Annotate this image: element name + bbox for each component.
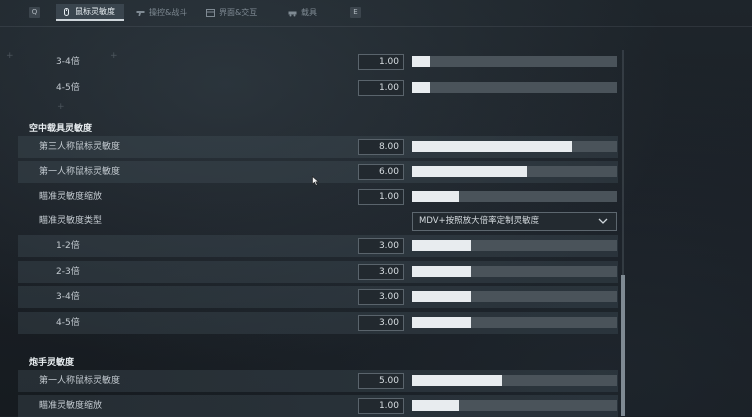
setting-slider[interactable] [412, 291, 617, 302]
slider-fill [412, 82, 431, 93]
scrollbar-thumb[interactable] [621, 275, 625, 416]
slider-fill [412, 291, 472, 302]
setting-value-input[interactable]: 3.00 [358, 289, 404, 305]
slider-fill [412, 166, 527, 177]
setting-label: 4-5倍 [56, 83, 80, 93]
setting-slider[interactable] [412, 191, 617, 202]
setting-value-input[interactable]: 1.00 [358, 398, 404, 414]
slider-fill [412, 317, 472, 328]
setting-row-air-scope-3-4: 3-4倍 3.00 [18, 286, 618, 308]
setting-slider[interactable] [412, 400, 617, 411]
setting-slider[interactable] [412, 141, 617, 152]
tab-controls-combat[interactable]: 操控&战斗 [130, 4, 196, 21]
tab-mouse-sensitivity[interactable]: 鼠标灵敏度 [56, 4, 124, 21]
interface-icon [206, 8, 215, 17]
setting-label: 2-3倍 [56, 267, 80, 277]
setting-row-air-third-person: 第三人称鼠标灵敏度 8.00 [18, 136, 618, 158]
chevron-down-icon [598, 218, 608, 224]
setting-slider[interactable] [412, 266, 617, 277]
setting-row-air-scope-4-5: 4-5倍 3.00 [18, 312, 618, 334]
setting-label: 3-4倍 [56, 292, 80, 302]
tab-label: 界面&交互 [219, 8, 258, 17]
slider-fill [412, 191, 460, 202]
setting-row-air-scope-2-3: 2-3倍 3.00 [18, 261, 618, 283]
crosshair-mark: + [57, 102, 65, 112]
vehicle-icon [288, 11, 297, 16]
mouse-cursor-icon [312, 176, 320, 186]
tab-label: 操控&战斗 [149, 8, 188, 17]
setting-label: 3-4倍 [56, 57, 80, 67]
section-title-gunner: 炮手灵敏度 [29, 358, 75, 368]
setting-value-input[interactable]: 8.00 [358, 139, 404, 155]
slider-fill [412, 141, 572, 152]
setting-label: 第一人称鼠标灵敏度 [39, 167, 121, 177]
dropdown-value: MDV+按照放大倍率定制灵敏度 [419, 216, 540, 226]
setting-value-input[interactable]: 3.00 [358, 315, 404, 331]
setting-value-input[interactable]: 6.00 [358, 164, 404, 180]
setting-row-scope-4-5: 4-5倍 1.00 [18, 77, 618, 99]
slider-fill [412, 400, 460, 411]
prev-tab-key-hint[interactable]: Q [29, 7, 40, 18]
setting-label: 瞄准灵敏度缩放 [39, 192, 103, 202]
setting-label: 1-2倍 [56, 241, 80, 251]
setting-row-air-scope-1-2: 1-2倍 3.00 [18, 235, 618, 257]
setting-label: 4-5倍 [56, 318, 80, 328]
setting-value-input[interactable]: 3.00 [358, 264, 404, 280]
mouse-icon [64, 7, 69, 16]
setting-label: 第三人称鼠标灵敏度 [39, 142, 121, 152]
setting-slider[interactable] [412, 375, 617, 386]
setting-slider[interactable] [412, 56, 617, 67]
setting-value-input[interactable]: 1.00 [358, 80, 404, 96]
setting-value-input[interactable]: 1.00 [358, 189, 404, 205]
setting-row-gunner-aim-scale: 瞄准灵敏度缩放 1.00 [18, 395, 618, 417]
tab-interface-interaction[interactable]: 界面&交互 [200, 4, 266, 21]
setting-slider[interactable] [412, 82, 617, 93]
setting-label: 瞄准灵敏度缩放 [39, 401, 103, 411]
setting-value-input[interactable]: 1.00 [358, 54, 404, 70]
setting-row-air-aim-type: 瞄准灵敏度类型 MDV+按照放大倍率定制灵敏度 [18, 210, 618, 232]
slider-fill [412, 375, 503, 386]
setting-value-input[interactable]: 5.00 [358, 373, 404, 389]
aim-type-dropdown[interactable]: MDV+按照放大倍率定制灵敏度 [412, 212, 617, 231]
next-tab-key-hint[interactable]: E [350, 7, 361, 18]
setting-label: 第一人称鼠标灵敏度 [39, 376, 121, 386]
setting-row-air-aim-scale: 瞄准灵敏度缩放 1.00 [18, 186, 618, 208]
tab-label: 鼠标灵敏度 [75, 7, 115, 16]
slider-fill [412, 240, 472, 251]
slider-fill [412, 56, 431, 67]
setting-slider[interactable] [412, 240, 617, 251]
setting-row-gunner-first-person: 第一人称鼠标灵敏度 5.00 [18, 370, 618, 392]
tab-vehicle[interactable]: 载具 [282, 4, 328, 21]
gun-icon [136, 10, 145, 16]
tab-label: 载具 [301, 8, 317, 17]
setting-value-input[interactable]: 3.00 [358, 238, 404, 254]
tab-bar: Q 鼠标灵敏度 操控&战斗 界面&交互 载具 E [0, 0, 752, 26]
setting-row-scope-3-4: 3-4倍 1.00 [18, 51, 618, 73]
setting-slider[interactable] [412, 166, 617, 177]
setting-slider[interactable] [412, 317, 617, 328]
setting-label: 瞄准灵敏度类型 [39, 216, 103, 226]
slider-fill [412, 266, 472, 277]
section-title-air-vehicle: 空中载具灵敏度 [29, 124, 93, 134]
tab-divider [0, 26, 752, 27]
crosshair-mark: + [6, 51, 14, 61]
